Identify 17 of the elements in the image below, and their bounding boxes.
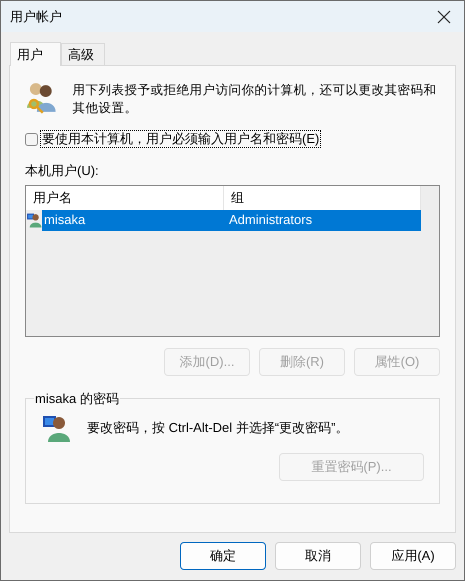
- tab[interactable]: 用户: [10, 42, 61, 66]
- user-list[interactable]: 用户名 组 misaka Administrators: [25, 184, 440, 336]
- password-hint: 要改密码，按 Ctrl-Alt-Del 并选择“更改密码”。: [87, 418, 348, 436]
- checkbox[interactable]: [25, 132, 38, 146]
- table-cell-text: Administrators: [228, 211, 314, 230]
- dialog-button[interactable]: 取消: [275, 542, 361, 570]
- intro-text: 用下列表授予或拒绝用户访问你的计算机，还可以更改其密码和其他设置。: [72, 82, 438, 117]
- tab[interactable]: 高级: [61, 43, 105, 65]
- dialog-button[interactable]: 应用(A): [370, 542, 456, 570]
- user-row[interactable]: misaka Administrators: [42, 210, 421, 230]
- users-label: 本机用户(U):: [25, 162, 99, 180]
- close-icon: [437, 10, 451, 24]
- table-cell-text: misaka: [43, 211, 86, 230]
- computer-user-icon: [26, 212, 42, 228]
- dialog-button[interactable]: 确定: [180, 542, 266, 570]
- window-title: 用户帐户: [10, 8, 62, 26]
- checkbox-label: 要使用本计算机，用户必须输入用户名和密码(E): [40, 130, 322, 148]
